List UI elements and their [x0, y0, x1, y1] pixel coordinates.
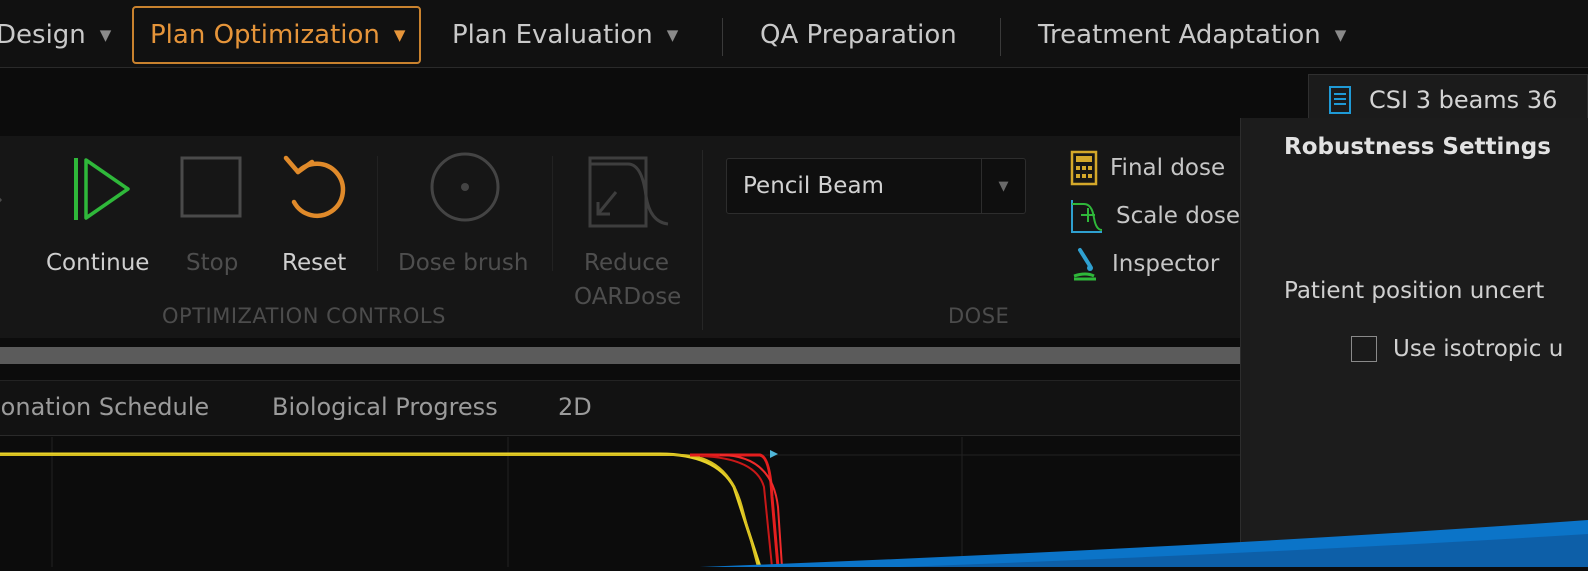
- microscope-icon: [1073, 248, 1096, 281]
- reset-icon: [283, 155, 346, 219]
- chart-grid: [0, 437, 1242, 567]
- tab-2d[interactable]: 2D: [558, 393, 592, 421]
- dvh-chart: [0, 437, 1242, 568]
- optimization-progress-bar: [0, 347, 1240, 364]
- menu-plan-optimization[interactable]: Plan Optimization ▼: [132, 6, 422, 64]
- plan-document-tab[interactable]: CSI 3 beams 36: [1308, 74, 1588, 124]
- dose-algorithm-value: Pencil Beam: [743, 173, 884, 199]
- reduce-label-line2: OARDose: [574, 284, 682, 310]
- scale-dose-button[interactable]: Scale dose: [1070, 198, 1240, 234]
- dvh-chart-area: [0, 437, 1242, 568]
- ribbon-toolbar: rt Continue Stop Reset Dose brush: [0, 136, 1242, 338]
- menu-divider: [1000, 18, 1001, 56]
- menu-qa-preparation[interactable]: QA Preparation: [760, 6, 957, 64]
- dose-group-label: DOSE: [948, 304, 1010, 328]
- scale-dose-label: Scale dose: [1116, 203, 1240, 229]
- subtab-bar: ionation Schedule Biological Progress 2D: [0, 380, 1242, 436]
- stop-icon: [180, 156, 242, 218]
- menu-label: Design: [0, 20, 86, 50]
- robustness-settings-panel: Robustness Settings Patient position unc…: [1240, 118, 1588, 567]
- caret-down-icon: ▼: [393, 26, 406, 44]
- dose-algorithm-select[interactable]: Pencil Beam ▼: [726, 158, 1026, 214]
- dose-brush-button[interactable]: Dose brush: [398, 150, 534, 276]
- tab-biological-progress[interactable]: Biological Progress: [272, 393, 498, 421]
- final-dose-label: Final dose: [1110, 155, 1226, 181]
- menu-treatment-adaptation[interactable]: Treatment Adaptation ▼: [1038, 6, 1346, 64]
- panel-title: Robustness Settings: [1284, 134, 1551, 160]
- ribbon-divider: [552, 156, 553, 271]
- continue-icon: [74, 158, 130, 220]
- reduce-oar-dose-button[interactable]: Reduce OARDose: [572, 156, 688, 310]
- reset-button[interactable]: Reset: [276, 150, 356, 276]
- progress-fill: [0, 347, 1240, 364]
- dvh-curve-yellow-2: [0, 454, 759, 568]
- menu-label: Treatment Adaptation: [1038, 20, 1321, 50]
- calculator-icon: [1070, 150, 1098, 186]
- inspector-label: Inspector: [1112, 251, 1220, 277]
- main-menu-bar: Design ▼ Plan Optimization ▼ Plan Evalua…: [0, 0, 1588, 68]
- tab-fractionation-schedule[interactable]: ionation Schedule: [0, 393, 209, 421]
- continue-button[interactable]: Continue: [46, 154, 156, 276]
- reduce-oar-dose-icon: [588, 156, 669, 228]
- dose-brush-icon: [430, 152, 500, 222]
- document-tab-label: CSI 3 beams 36: [1369, 85, 1558, 114]
- caret-down-icon: ▼: [99, 26, 112, 44]
- menu-label: Plan Optimization: [150, 20, 380, 50]
- menu-label: QA Preparation: [760, 20, 957, 50]
- play-icon: [0, 197, 3, 203]
- dvh-curve-yellow: [0, 452, 762, 568]
- isotropic-checkbox[interactable]: [1351, 336, 1377, 362]
- menu-plan-evaluation[interactable]: Plan Evaluation ▼: [452, 6, 678, 64]
- isotropic-checkbox-row[interactable]: Use isotropic u: [1351, 336, 1563, 362]
- dose-brush-label: Dose brush: [398, 250, 529, 276]
- menu-design[interactable]: Design ▼: [0, 6, 111, 64]
- caret-down-icon: ▼: [1334, 26, 1347, 44]
- optimization-controls-group-label: OPTIMIZATION CONTROLS: [162, 304, 446, 328]
- ribbon-group-divider: [702, 150, 703, 330]
- patient-position-label: Patient position uncert: [1284, 278, 1545, 304]
- dvh-marker: [770, 450, 778, 458]
- start-button[interactable]: rt: [0, 156, 20, 276]
- caret-down-icon: ▼: [666, 26, 679, 44]
- stop-button-label: Stop: [186, 250, 239, 276]
- menu-label: Plan Evaluation: [452, 20, 653, 50]
- chevron-down-icon[interactable]: ▼: [981, 159, 1025, 213]
- reset-button-label: Reset: [282, 250, 347, 276]
- menu-divider: [722, 18, 723, 56]
- final-dose-button[interactable]: Final dose: [1070, 150, 1225, 186]
- stop-button[interactable]: Stop: [180, 154, 250, 276]
- ribbon-divider: [377, 156, 378, 271]
- document-icon: [1329, 85, 1351, 114]
- inspector-button[interactable]: Inspector: [1070, 246, 1219, 282]
- isotropic-label: Use isotropic u: [1393, 336, 1564, 362]
- continue-button-label: Continue: [46, 250, 150, 276]
- dvh-curve-red-2: [699, 455, 773, 568]
- reduce-label-line1: Reduce: [584, 250, 670, 276]
- scale-dose-icon: [1071, 200, 1103, 233]
